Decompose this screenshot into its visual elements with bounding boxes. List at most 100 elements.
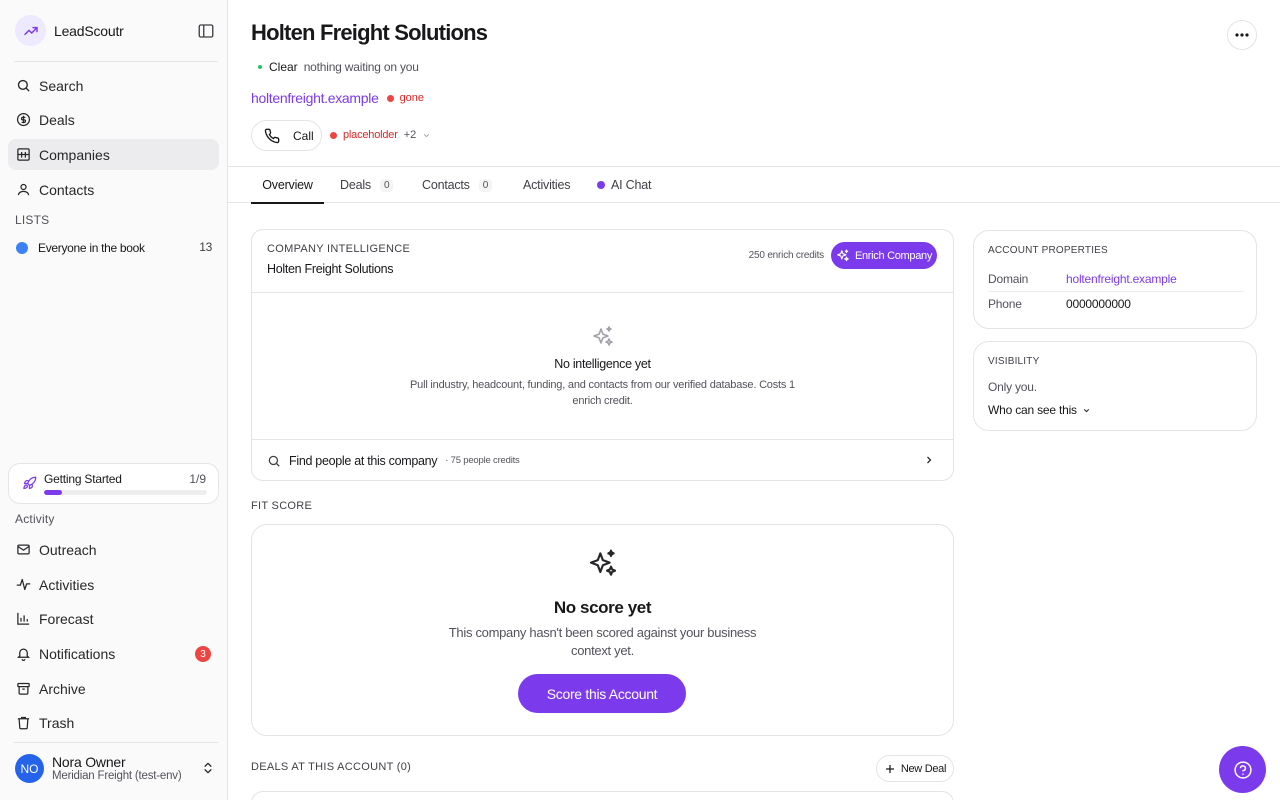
sidebar-item-search[interactable]: Search xyxy=(8,70,219,101)
tab-activities[interactable]: Activities xyxy=(523,167,571,203)
sidebar-item-label: Archive xyxy=(39,680,86,697)
brand[interactable]: LeadScoutr xyxy=(15,15,124,46)
new-deal-button[interactable]: New Deal xyxy=(876,755,954,782)
sidebar-divider xyxy=(14,742,218,743)
property-key-domain: Domain xyxy=(988,272,1029,286)
company-status: Clear nothing waiting on you xyxy=(258,60,419,74)
search-icon xyxy=(16,78,31,93)
user-menu[interactable]: NO Nora Owner Meridian Freight (test-env… xyxy=(15,753,215,785)
archive-icon xyxy=(16,681,31,696)
ai-chat-dot xyxy=(597,181,605,189)
tab-label: Contacts xyxy=(422,178,470,192)
trash-icon xyxy=(16,715,31,730)
sidebar-item-label: Search xyxy=(39,77,84,94)
company-domain-link[interactable]: holtenfreight.example xyxy=(251,90,379,106)
call-button[interactable]: Call xyxy=(251,120,322,151)
getting-started-card[interactable]: Getting Started 1/9 xyxy=(8,463,219,504)
fit-score-label: FIT SCORE xyxy=(251,500,313,512)
sidebar-item-label: Notifications xyxy=(39,645,116,662)
sidebar-item-trash[interactable]: Trash xyxy=(8,707,219,738)
enrich-company-button[interactable]: Enrich Company xyxy=(831,242,937,269)
list-item-count: 13 xyxy=(199,240,212,254)
enrich-credits: 250 enrich credits xyxy=(748,250,825,261)
sidebar-item-label: Companies xyxy=(39,146,110,163)
sidebar-divider xyxy=(14,61,218,62)
sidebar-item-notifications[interactable]: Notifications 3 xyxy=(8,638,219,669)
phone-status[interactable]: placeholder +2 xyxy=(330,129,431,141)
phone-status-label: placeholder xyxy=(343,129,398,141)
sidebar-item-label: Activities xyxy=(39,576,95,593)
sidebar-item-deals[interactable]: Deals xyxy=(8,104,219,135)
sidebar-item-contacts[interactable]: Contacts xyxy=(8,174,219,205)
who-can-see-dropdown[interactable]: Who can see this xyxy=(988,403,1091,417)
bell-icon xyxy=(16,646,31,661)
intelligence-company-name: Holten Freight Solutions xyxy=(267,262,394,276)
tab-ai-chat[interactable]: AI Chat xyxy=(597,167,651,203)
tab-count: 0 xyxy=(478,178,493,192)
chevron-down-icon xyxy=(1077,406,1091,415)
list-item-everyone[interactable]: Everyone in the book 13 xyxy=(16,240,212,256)
more-horizontal-icon xyxy=(1235,33,1249,37)
sidebar-item-label: Deals xyxy=(39,111,75,128)
status-label: Clear xyxy=(269,60,298,74)
building-icon xyxy=(16,147,31,162)
tab-contacts[interactable]: Contacts 0 xyxy=(422,167,493,203)
sidebar-item-outreach[interactable]: Outreach xyxy=(8,534,219,565)
domain-status-label: gone xyxy=(399,92,425,104)
tabs-bar: Overview Deals 0 Contacts 0 Activities A… xyxy=(228,166,1280,204)
trending-up-icon xyxy=(15,15,46,46)
sidebar: LeadScoutr Search Deals Companies Contac… xyxy=(0,0,228,800)
chevron-right-icon xyxy=(923,454,935,466)
sidebar-item-companies[interactable]: Companies xyxy=(8,139,219,170)
tab-count: 0 xyxy=(379,178,394,192)
user-icon xyxy=(16,182,31,197)
property-key-phone: Phone xyxy=(988,297,1022,311)
people-credits: · 75 people credits xyxy=(445,455,520,466)
phone-more-count: +2 xyxy=(403,129,417,141)
brand-name: LeadScoutr xyxy=(54,22,124,39)
sidebar-item-label: Forecast xyxy=(39,610,94,627)
main-content: Holten Freight Solutions Clear nothing w… xyxy=(228,0,1280,800)
sidebar-item-label: Outreach xyxy=(39,541,97,558)
find-people-row[interactable]: Find people at this company · 75 people … xyxy=(252,440,953,481)
tab-overview[interactable]: Overview xyxy=(251,167,324,204)
avatar: NO xyxy=(15,754,44,783)
empty-state-title: No intelligence yet xyxy=(554,357,651,371)
rocket-icon xyxy=(22,476,37,491)
plus-icon xyxy=(884,763,901,775)
deals-section-label: DEALS AT THIS ACCOUNT (0) xyxy=(251,761,412,773)
help-button[interactable] xyxy=(1219,746,1266,793)
tab-label: Overview xyxy=(262,177,313,192)
list-item-label: Everyone in the book xyxy=(38,241,145,255)
status-dot xyxy=(258,65,262,69)
getting-started-label: Getting Started xyxy=(44,472,122,486)
sidebar-item-activities[interactable]: Activities xyxy=(8,569,219,600)
enrich-button-label: Enrich Company xyxy=(854,249,933,262)
notifications-badge: 3 xyxy=(195,646,211,662)
user-name: Nora Owner xyxy=(52,754,126,770)
domain-line: holtenfreight.example gone xyxy=(251,90,424,106)
search-icon xyxy=(267,454,281,468)
more-options-button[interactable] xyxy=(1227,20,1257,50)
help-circle-icon xyxy=(1233,760,1253,780)
property-divider xyxy=(988,291,1244,292)
status-description: nothing waiting on you xyxy=(303,60,419,74)
sidebar-item-forecast[interactable]: Forecast xyxy=(8,603,219,634)
card-divider xyxy=(252,292,953,293)
getting-started-progress-bar xyxy=(44,490,207,495)
find-people-label: Find people at this company xyxy=(289,453,438,468)
score-account-button[interactable]: Score this Account xyxy=(518,674,686,713)
sidebar-toggle-icon[interactable] xyxy=(197,22,215,40)
property-value-phone: 0000000000 xyxy=(1066,297,1131,311)
section-eyebrow: COMPANY INTELLIGENCE xyxy=(267,243,411,255)
progress-fill xyxy=(44,490,62,495)
phone-icon xyxy=(264,128,293,144)
property-value-domain[interactable]: holtenfreight.example xyxy=(1066,272,1177,286)
sparkles-icon xyxy=(836,249,855,263)
tab-deals[interactable]: Deals 0 xyxy=(340,167,394,203)
page-title: Holten Freight Solutions xyxy=(251,20,488,45)
new-deal-label: New Deal xyxy=(900,762,947,775)
tab-label: AI Chat xyxy=(611,178,652,192)
section-eyebrow: VISIBILITY xyxy=(988,356,1040,367)
sidebar-item-archive[interactable]: Archive xyxy=(8,673,219,704)
